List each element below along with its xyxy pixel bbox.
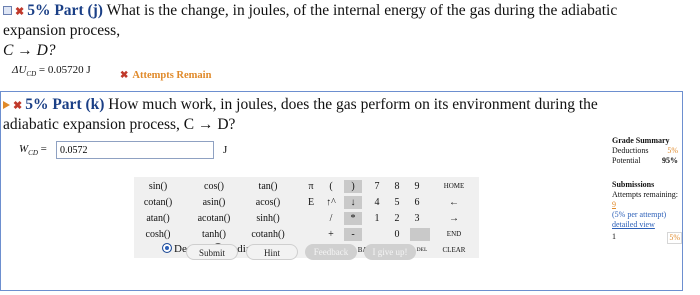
grade-summary-title: Grade Summary	[612, 136, 670, 145]
key-end[interactable]: END	[436, 228, 472, 241]
feedback-button[interactable]: Feedback	[305, 244, 357, 260]
key-atan[interactable]: atan()	[136, 212, 180, 225]
attempts-remaining-value: 9	[612, 200, 616, 209]
key-acotan[interactable]: acotan()	[192, 212, 236, 225]
key-9[interactable]: 9	[410, 180, 424, 193]
key-pi[interactable]: π	[304, 180, 318, 193]
key-right-arrow[interactable]: →	[436, 212, 472, 225]
key-3[interactable]: 3	[410, 212, 424, 225]
key-divide[interactable]: /	[324, 212, 338, 225]
partk-header: ✖ 5% Part (k) How much work, in joules, d…	[3, 96, 598, 115]
potential-value: 95%	[662, 156, 678, 165]
key-5[interactable]: 5	[390, 196, 404, 209]
attempts-remaining-label: Attempts remaining:	[612, 190, 678, 199]
key-minus[interactable]: -	[344, 228, 362, 241]
key-tan[interactable]: tan()	[246, 180, 290, 193]
cross-icon: ✖	[13, 100, 23, 112]
key-7[interactable]: 7	[370, 180, 384, 193]
attempts-cross-icon: ✖	[120, 70, 129, 81]
key-tanh[interactable]: tanh()	[192, 228, 236, 241]
partj-header: ✖ 5% Part (j) What is the change, in joul…	[3, 2, 617, 21]
key-6[interactable]: 6	[410, 196, 424, 209]
submit-button[interactable]: Submit	[186, 244, 238, 260]
hint-button[interactable]: Hint	[246, 244, 298, 260]
key-sinh[interactable]: sinh()	[246, 212, 290, 225]
submission-row-value: 5%	[667, 232, 682, 244]
partk-label: Part (k)	[52, 96, 105, 113]
key-left-arrow[interactable]: ←	[436, 196, 472, 209]
key-sin[interactable]: sin()	[136, 180, 180, 193]
answer-input[interactable]	[56, 141, 214, 159]
key-0[interactable]: 0	[390, 228, 404, 241]
key-cotan[interactable]: cotan()	[136, 196, 180, 209]
partj-answer-value: = 0.05720 J	[38, 64, 91, 76]
key-cos[interactable]: cos()	[192, 180, 236, 193]
key-up-power[interactable]: ↑^	[321, 196, 341, 209]
key-close-paren[interactable]: )	[344, 180, 362, 193]
grade-summary: Grade Summary Deductions 5% Potential 95%	[612, 136, 678, 166]
key-asin[interactable]: asin()	[192, 196, 236, 209]
key-blank-left[interactable]	[370, 228, 384, 241]
per-attempt-text: (5% per attempt)	[612, 210, 667, 219]
submission-row-index: 1	[612, 232, 616, 241]
partj-attempts: ✖ Attempts Remain	[120, 65, 211, 83]
detailed-view-link[interactable]: detailed view	[612, 220, 682, 230]
potential-label: Potential	[612, 156, 641, 165]
key-clear[interactable]: CLEAR	[436, 244, 472, 257]
partk-question-line1: How much work, in joules, does the gas p…	[108, 96, 598, 113]
partj-question-line1: What is the change, in joules, of the in…	[106, 2, 618, 19]
key-8[interactable]: 8	[390, 180, 404, 193]
deductions-value: 5%	[667, 146, 678, 155]
collapse-icon[interactable]	[3, 6, 12, 15]
partj-answer-label: ΔU	[12, 64, 27, 76]
key-down[interactable]: ↓	[344, 196, 362, 209]
partj-answer-sub: CD	[26, 70, 37, 79]
partj-percent: 5%	[27, 2, 51, 19]
key-1[interactable]: 1	[370, 212, 384, 225]
partk-input-label: WCD =	[19, 143, 47, 158]
key-home[interactable]: HOME	[436, 180, 472, 193]
cross-icon: ✖	[15, 6, 25, 18]
partk-question-line2: adiabatic expansion process, C → D?	[3, 116, 236, 133]
submissions-panel: Submissions Attempts remaining: 9 (5% pe…	[612, 180, 682, 244]
partj-attempts-text: Attempts Remain	[132, 70, 212, 81]
key-multiply[interactable]: *	[344, 212, 362, 225]
partj-question-line3: C → D?	[3, 42, 56, 59]
key-cotanh[interactable]: cotanh()	[246, 228, 290, 241]
expand-arrow-icon[interactable]	[3, 101, 10, 109]
key-2[interactable]: 2	[390, 212, 404, 225]
key-4[interactable]: 4	[370, 196, 384, 209]
key-cosh[interactable]: cosh()	[136, 228, 180, 241]
key-blank-right[interactable]	[410, 228, 430, 241]
radio-degrees-dot[interactable]	[162, 243, 172, 253]
partj-answer: ΔUCD = 0.05720 J	[12, 64, 91, 78]
submissions-title: Submissions	[612, 180, 655, 189]
partk-percent: 5%	[25, 96, 49, 113]
unit-label: J	[223, 144, 228, 156]
key-e[interactable]: E	[304, 196, 318, 209]
partj-label: Part (j)	[54, 2, 103, 19]
partj-question-line2: expansion process,	[3, 22, 121, 39]
key-open-paren[interactable]: (	[324, 180, 338, 193]
deductions-label: Deductions	[612, 146, 649, 155]
key-acos[interactable]: acos()	[246, 196, 290, 209]
key-plus[interactable]: +	[324, 228, 338, 241]
give-up-button[interactable]: I give up!	[364, 244, 416, 260]
key-del[interactable]: DEL	[414, 244, 430, 257]
